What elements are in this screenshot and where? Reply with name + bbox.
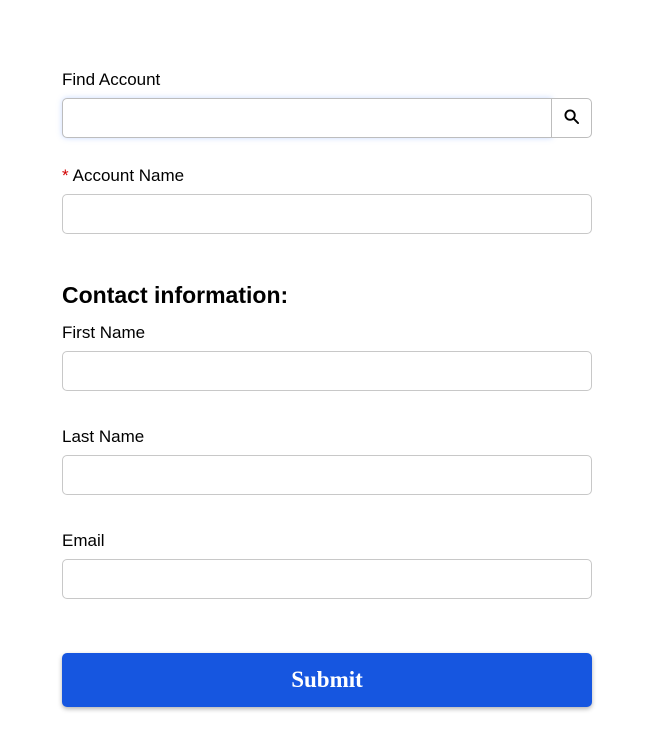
last-name-label: Last Name xyxy=(62,427,592,447)
submit-button[interactable]: Submit xyxy=(62,653,592,707)
find-account-row xyxy=(62,98,592,138)
last-name-group: Last Name xyxy=(62,427,592,495)
find-account-input[interactable] xyxy=(62,98,552,138)
find-account-search-button[interactable] xyxy=(552,98,592,138)
account-name-label-text: Account Name xyxy=(73,166,185,185)
first-name-group: First Name xyxy=(62,323,592,391)
email-group: Email xyxy=(62,531,592,599)
first-name-input[interactable] xyxy=(62,351,592,391)
first-name-label: First Name xyxy=(62,323,592,343)
find-account-label: Find Account xyxy=(62,70,592,90)
email-input[interactable] xyxy=(62,559,592,599)
email-label: Email xyxy=(62,531,592,551)
last-name-input[interactable] xyxy=(62,455,592,495)
find-account-group: Find Account xyxy=(62,70,592,138)
search-icon xyxy=(564,109,579,127)
account-name-input[interactable] xyxy=(62,194,592,234)
account-name-label: *Account Name xyxy=(62,166,592,186)
contact-section-heading: Contact information: xyxy=(62,282,592,309)
required-mark: * xyxy=(62,166,69,185)
account-contact-form: Find Account *Account Name Contact infor… xyxy=(62,70,592,707)
account-name-group: *Account Name xyxy=(62,166,592,234)
